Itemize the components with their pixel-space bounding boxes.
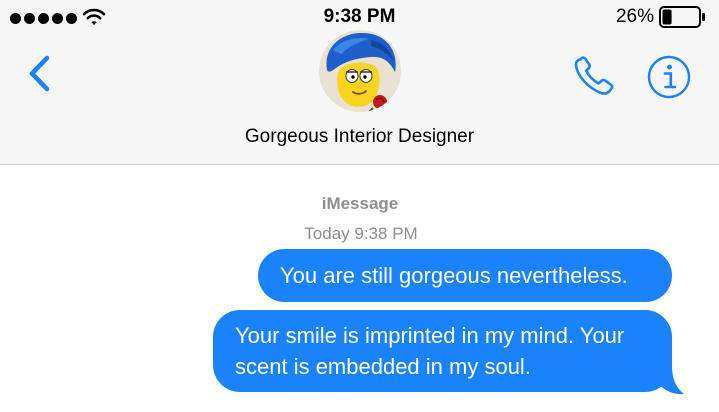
outgoing-message-bubble[interactable]: You are still gorgeous nevertheless. <box>258 249 672 302</box>
message-text-line: Your smile is imprinted in my mind. Your <box>235 323 625 348</box>
back-button[interactable] <box>20 52 60 96</box>
battery-icon <box>659 6 705 28</box>
cartoon-avatar-icon <box>319 30 401 112</box>
info-button[interactable] <box>646 54 692 100</box>
status-bar: 9:38 PM 26% <box>0 0 719 34</box>
chevron-left-icon <box>29 55 50 92</box>
contact-avatar[interactable] <box>319 30 401 112</box>
message-text: You are still gorgeous nevertheless. <box>280 263 628 288</box>
status-time: 9:38 PM <box>323 6 396 27</box>
call-button[interactable] <box>570 54 618 98</box>
phone-icon <box>574 56 614 95</box>
conversation-header: 9:38 PM 26% Gorgeous Interior Designer <box>0 0 719 165</box>
battery-percent: 26% <box>615 6 654 27</box>
bubble-tail-icon <box>655 364 684 395</box>
imessage-screen: 9:38 PM 26% Gorgeous Interior Designer i… <box>0 0 719 412</box>
contact-name[interactable]: Gorgeous Interior Designer <box>0 126 719 148</box>
service-label: iMessage <box>321 194 399 213</box>
info-icon <box>647 55 691 99</box>
message-text-line: scent is embedded in my soul. <box>235 354 531 379</box>
battery-fill <box>662 9 672 25</box>
message-timestamp: Today 9:38 PM <box>304 224 418 243</box>
outgoing-message-bubble[interactable]: Your smile is imprinted in my mind. Your… <box>213 310 672 392</box>
